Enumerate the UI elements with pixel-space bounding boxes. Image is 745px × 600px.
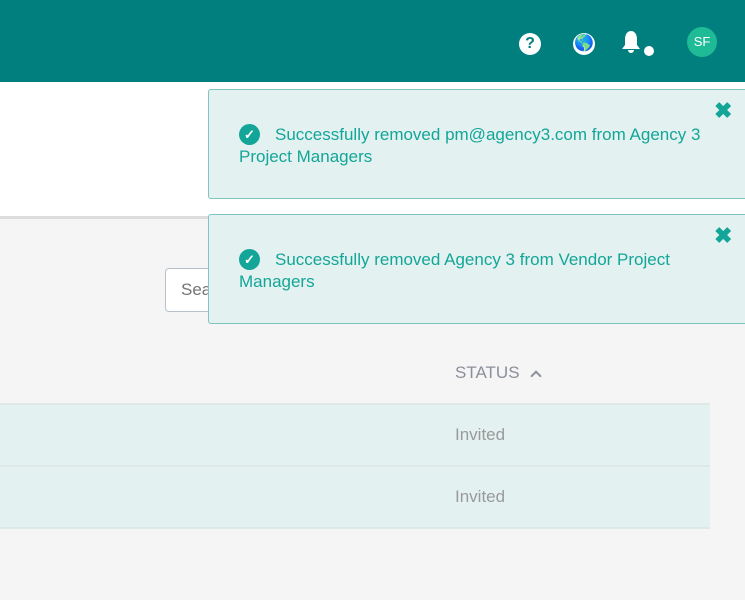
status-cell: Invited bbox=[455, 425, 506, 444]
column-header-status[interactable]: STATUS bbox=[455, 363, 542, 383]
chevron-up-icon bbox=[530, 370, 542, 382]
column-label: STATUS bbox=[455, 363, 520, 382]
table-row[interactable]: Invited bbox=[0, 465, 710, 529]
bell-icon[interactable] bbox=[621, 30, 641, 54]
success-toast: ✓ Successfully removed Agency 3 from Ven… bbox=[208, 214, 745, 324]
avatar[interactable]: SF bbox=[687, 27, 717, 57]
notification-dot-icon bbox=[644, 46, 654, 56]
toast-message: Successfully removed Agency 3 from Vendo… bbox=[239, 250, 670, 291]
close-icon[interactable]: ✖ bbox=[714, 223, 732, 249]
close-icon[interactable]: ✖ bbox=[714, 98, 732, 124]
help-icon[interactable]: ? bbox=[519, 33, 541, 55]
top-bar: ? 🌎 SF bbox=[0, 0, 745, 82]
globe-icon[interactable]: 🌎 bbox=[573, 33, 595, 55]
table-row[interactable]: Invited bbox=[0, 403, 710, 465]
status-cell: Invited bbox=[455, 487, 506, 506]
success-toast: ✓ Successfully removed pm@agency3.com fr… bbox=[208, 89, 745, 199]
toast-message: Successfully removed pm@agency3.com from… bbox=[239, 125, 701, 166]
